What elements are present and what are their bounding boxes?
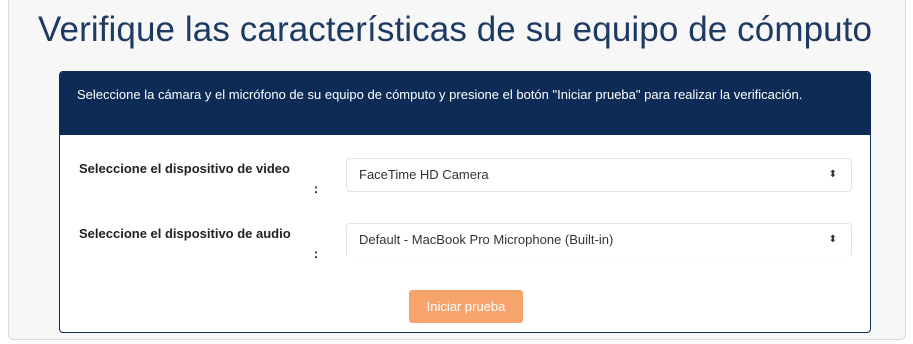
video-device-label-colon: : bbox=[313, 181, 319, 196]
audio-device-label-colon: : bbox=[313, 246, 319, 261]
video-device-selected-value: FaceTime HD Camera bbox=[359, 167, 489, 182]
video-device-label-text: Seleccione el dispositivo de video bbox=[79, 161, 290, 176]
video-device-select[interactable]: FaceTime HD Camera ⬍ bbox=[346, 158, 852, 192]
audio-device-label: Seleccione el dispositivo de audio : bbox=[79, 223, 319, 265]
audio-device-select[interactable]: Default - MacBook Pro Microphone (Built-… bbox=[346, 223, 852, 257]
page-title: Verifique las características de su equi… bbox=[38, 10, 873, 49]
audio-device-label-text: Seleccione el dispositivo de audio bbox=[79, 226, 291, 241]
device-check-card: Seleccione la cámara y el micrófono de s… bbox=[59, 71, 871, 333]
audio-device-selected-value: Default - MacBook Pro Microphone (Built-… bbox=[359, 232, 614, 247]
up-down-caret-icon: ⬍ bbox=[828, 169, 837, 180]
start-test-button[interactable]: Iniciar prueba bbox=[409, 290, 523, 323]
video-device-label: Seleccione el dispositivo de video : bbox=[79, 158, 319, 200]
up-down-caret-icon: ⬍ bbox=[828, 234, 837, 245]
card-header: Seleccione la cámara y el micrófono de s… bbox=[60, 72, 870, 135]
